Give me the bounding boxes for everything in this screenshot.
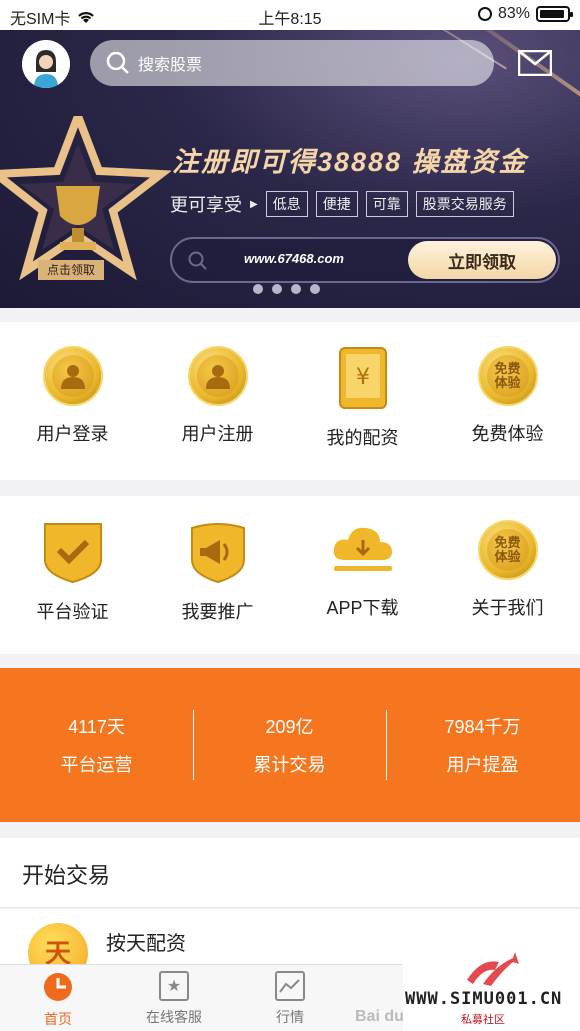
battery-percent: 83%: [497, 5, 530, 22]
promo-banner[interactable]: 搜索股票 点击领取 注册即可得38888 操盘资金 更可享受 ▶ 低息 便捷 可…: [0, 30, 580, 308]
menu-item-my-funding[interactable]: ¥ 我的配资: [290, 346, 435, 480]
menu-label: 免费体验: [471, 424, 544, 444]
banner-headline: 注册即可得38888 操盘资金: [172, 147, 528, 177]
watermark-sub: 私募社区: [461, 1014, 505, 1026]
search-icon: [106, 51, 129, 74]
banner-subtitle: 更可享受 ▶ 低息 便捷 可靠 股票交易服务: [170, 191, 514, 217]
search-placeholder: 搜索股票: [138, 57, 203, 74]
feature-tag: 低息: [265, 191, 308, 217]
stats-panel: 4117天 平台运营 209亿 累计交易 7984千万 用户提盈: [0, 668, 580, 822]
user-coin-icon: [42, 346, 103, 406]
subtitle-prefix: 更可享受: [170, 195, 242, 215]
list-item-label: 按天配资: [106, 933, 186, 955]
start-trading-header: 开始交易: [0, 838, 580, 908]
stat-user-profit: 7984千万 用户提盈: [386, 668, 579, 822]
menu-item-promote[interactable]: 我要推广: [145, 520, 290, 654]
carousel-dot[interactable]: [253, 284, 263, 294]
stat-total-trades: 209亿 累计交易: [193, 668, 386, 822]
feature-tag: 便捷: [315, 191, 358, 217]
coin-text: 免费 体验: [494, 361, 521, 390]
user-avatar-icon: [22, 40, 70, 88]
orientation-lock-icon: [477, 7, 492, 21]
status-bar: 无SIM卡 上午8:15 83%: [0, 0, 580, 30]
stat-label: 累计交易: [253, 755, 326, 775]
menu-item-about-us[interactable]: 免费 体验 关于我们: [435, 520, 580, 654]
clock-icon: [44, 973, 72, 1001]
free-trial-coin-icon: 免费 体验: [477, 346, 538, 406]
menu-item-free-trial[interactable]: 免费 体验 免费体验: [435, 346, 580, 480]
cloud-download-icon: [333, 527, 392, 571]
day-coin-icon: 天: [28, 923, 88, 969]
stat-label: 用户提盈: [446, 755, 519, 775]
site-url: www.67468.com: [244, 251, 344, 266]
stat-value: 209亿: [265, 717, 314, 737]
tab-label: 行情: [276, 1009, 304, 1025]
menu-item-login[interactable]: 用户登录: [0, 346, 145, 480]
triangle-icon: ▶: [250, 198, 258, 210]
tab-label: 在线客服: [146, 1009, 202, 1025]
menu-item-verify[interactable]: 平台验证: [0, 520, 145, 654]
user-coin-icon: [187, 346, 248, 406]
avatar[interactable]: [22, 40, 70, 88]
tab-label: 首页: [44, 1011, 72, 1027]
svg-text:¥: ¥: [356, 365, 370, 390]
stat-value: 7984千万: [444, 717, 521, 737]
check-shield-icon: [43, 523, 102, 584]
yuan-tablet-icon: ¥: [338, 347, 387, 409]
watermark-url: WWW.SIMU001.CN: [405, 989, 563, 1009]
menu-label: 用户登录: [36, 424, 109, 444]
menu-label: APP下载: [326, 598, 399, 618]
carousel-dot[interactable]: [291, 284, 301, 294]
menu-label: 平台验证: [36, 602, 109, 622]
menu-label: 我要推广: [181, 602, 254, 622]
coin-text: 免费 体验: [494, 535, 521, 564]
url-bar: www.67468.com 立即领取: [170, 237, 560, 283]
stat-operation-days: 4117天 平台运营: [0, 668, 193, 822]
search-icon: [188, 251, 207, 270]
menu-row-2: 平台验证 我要推广 APP下载 免费 体验 关于我们: [0, 496, 580, 654]
free-trial-coin-icon: 免费 体验: [477, 520, 538, 580]
carousel-dot[interactable]: [272, 284, 282, 294]
feature-tag: 可靠: [365, 191, 408, 217]
chart-icon: [275, 971, 305, 1001]
claim-button[interactable]: 立即领取: [408, 241, 556, 279]
menu-label: 用户注册: [181, 424, 254, 444]
stat-value: 4117天: [68, 717, 125, 737]
baidu-watermark: Bai du: [355, 1008, 404, 1025]
menu-label: 关于我们: [471, 598, 544, 618]
stat-label: 平台运营: [60, 755, 133, 775]
carousel-dots[interactable]: [253, 284, 320, 294]
tab-customer-service[interactable]: ★ 在线客服: [116, 965, 232, 1031]
tab-market[interactable]: 行情: [232, 965, 348, 1031]
carousel-dot[interactable]: [310, 284, 320, 294]
menu-label: 我的配资: [326, 428, 399, 448]
trophy-label: 点击领取: [38, 260, 104, 280]
menu-row-1: 用户登录 用户注册 ¥ 我的配资 免费 体验 免费体验: [0, 322, 580, 480]
mail-icon[interactable]: [518, 50, 552, 76]
menu-item-app-download[interactable]: APP下载: [290, 520, 435, 654]
section-title: 开始交易: [22, 863, 111, 888]
battery-icon: [536, 6, 573, 22]
menu-item-register[interactable]: 用户注册: [145, 346, 290, 480]
watermark-logo-icon: [467, 952, 519, 986]
tab-home[interactable]: 首页: [0, 965, 116, 1031]
site-watermark: WWW.SIMU001.CN 私募社区: [403, 952, 580, 1031]
feature-tag: 股票交易服务: [415, 191, 514, 217]
search-input[interactable]: 搜索股票: [90, 40, 494, 86]
star-icon: ★: [159, 971, 189, 1001]
megaphone-shield-icon: [190, 523, 245, 584]
